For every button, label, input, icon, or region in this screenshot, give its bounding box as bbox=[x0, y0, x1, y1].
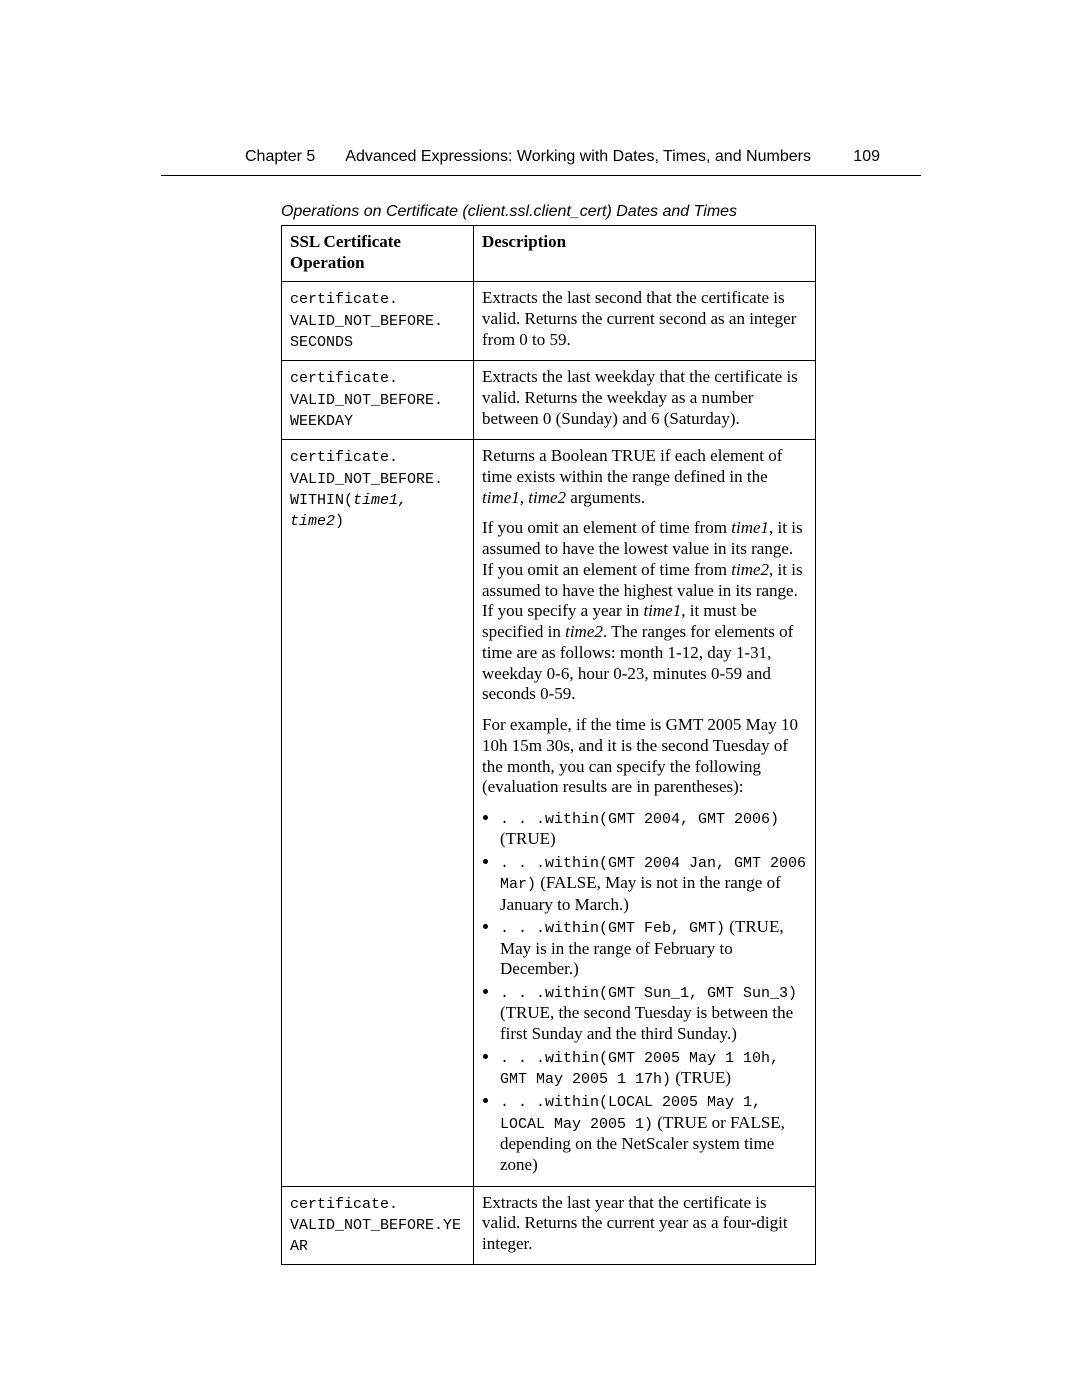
code-text: VALID_NOT_BEFORE. bbox=[290, 392, 443, 409]
description-text: Extracts the last year that the certific… bbox=[482, 1193, 807, 1255]
list-item: . . .within(LOCAL 2005 May 1, LOCAL May … bbox=[500, 1091, 807, 1175]
code-text: . . .within(GMT 2004, GMT 2006) bbox=[500, 811, 779, 828]
result-text: (TRUE) bbox=[500, 829, 556, 848]
code-text: VALID_NOT_BEFORE. bbox=[290, 471, 443, 488]
arg-text: time1 bbox=[643, 601, 681, 620]
page-number: 109 bbox=[853, 148, 880, 166]
code-text: . . .within(GMT 2005 May 1 10h, GMT May … bbox=[500, 1050, 779, 1088]
cell-operation: certificate. VALID_NOT_BEFORE.YEAR bbox=[282, 1186, 474, 1265]
operations-table: SSL Certificate Operation Description ce… bbox=[281, 225, 816, 1265]
code-text: certificate. bbox=[290, 449, 398, 466]
operations-table-wrap: SSL Certificate Operation Description ce… bbox=[281, 225, 815, 1265]
list-item: . . .within(GMT 2004 Jan, GMT 2006 Mar) … bbox=[500, 852, 807, 915]
code-text: ) bbox=[335, 513, 344, 530]
table-row: certificate. VALID_NOT_BEFORE. SECONDS E… bbox=[282, 282, 816, 361]
arg-text: time1 bbox=[731, 518, 769, 537]
code-text: certificate. bbox=[290, 291, 398, 308]
header-rule bbox=[161, 175, 921, 176]
description-text: Extracts the last weekday that the certi… bbox=[482, 367, 807, 429]
list-item: . . .within(GMT 2005 May 1 10h, GMT May … bbox=[500, 1047, 807, 1090]
result-text: (TRUE, the second Tuesday is between the… bbox=[500, 1003, 793, 1043]
code-text: WEEKDAY bbox=[290, 413, 353, 430]
chapter-label: Chapter 5 bbox=[245, 148, 315, 166]
code-text: . . .within(GMT Sun_1, GMT Sun_3) bbox=[500, 985, 797, 1002]
cell-operation: certificate. VALID_NOT_BEFORE. SECONDS bbox=[282, 282, 474, 361]
text: Returns a Boolean TRUE if each element o… bbox=[482, 446, 782, 486]
code-text: . . .within(GMT Feb, GMT) bbox=[500, 920, 725, 937]
cell-description: Returns a Boolean TRUE if each element o… bbox=[474, 440, 816, 1186]
code-text: VALID_NOT_BEFORE.YEAR bbox=[290, 1217, 461, 1255]
code-text: WITHIN( bbox=[290, 492, 353, 509]
table-row: certificate. VALID_NOT_BEFORE.YEAR Extra… bbox=[282, 1186, 816, 1265]
code-text: SECONDS bbox=[290, 334, 353, 351]
code-text: certificate. bbox=[290, 1196, 398, 1213]
table-row: certificate. VALID_NOT_BEFORE. WEEKDAY E… bbox=[282, 361, 816, 440]
description-text: For example, if the time is GMT 2005 May… bbox=[482, 715, 807, 798]
cell-description: Extracts the last weekday that the certi… bbox=[474, 361, 816, 440]
code-text: VALID_NOT_BEFORE. bbox=[290, 313, 443, 330]
arg-text: time2 bbox=[731, 560, 769, 579]
description-text: Extracts the last second that the certif… bbox=[482, 288, 807, 350]
text: If you omit an element of time from bbox=[482, 518, 731, 537]
list-item: . . .within(GMT Sun_1, GMT Sun_3) (TRUE,… bbox=[500, 982, 807, 1045]
example-list: . . .within(GMT 2004, GMT 2006) (TRUE) .… bbox=[482, 808, 807, 1176]
table-row: certificate. VALID_NOT_BEFORE. WITHIN( ti… bbox=[282, 440, 816, 1186]
arg-text: time1, time2 bbox=[482, 488, 566, 507]
running-header: Chapter 5 Advanced Expressions: Working … bbox=[245, 148, 880, 166]
text: arguments. bbox=[566, 488, 645, 507]
table-caption: Operations on Certificate (client.ssl.cl… bbox=[281, 203, 737, 221]
table-header-row: SSL Certificate Operation Description bbox=[282, 226, 816, 282]
page: Chapter 5 Advanced Expressions: Working … bbox=[0, 0, 1080, 1397]
description-text: If you omit an element of time from time… bbox=[482, 518, 807, 705]
col-header-description: Description bbox=[474, 226, 816, 282]
arg-text: time2 bbox=[565, 622, 603, 641]
cell-description: Extracts the last year that the certific… bbox=[474, 1186, 816, 1265]
list-item: . . .within(GMT Feb, GMT) (TRUE, May is … bbox=[500, 917, 807, 980]
cell-operation: certificate. VALID_NOT_BEFORE. WITHIN(ti… bbox=[282, 440, 474, 1186]
chapter-title: Advanced Expressions: Working with Dates… bbox=[345, 148, 823, 166]
cell-operation: certificate. VALID_NOT_BEFORE. WEEKDAY bbox=[282, 361, 474, 440]
col-header-operation: SSL Certificate Operation bbox=[282, 226, 474, 282]
result-text: (TRUE) bbox=[671, 1068, 731, 1087]
code-text: certificate. bbox=[290, 370, 398, 387]
list-item: . . .within(GMT 2004, GMT 2006) (TRUE) bbox=[500, 808, 807, 850]
result-text: (FALSE, May is not in the range of Janua… bbox=[500, 873, 781, 913]
description-text: Returns a Boolean TRUE if each element o… bbox=[482, 446, 807, 508]
cell-description: Extracts the last second that the certif… bbox=[474, 282, 816, 361]
